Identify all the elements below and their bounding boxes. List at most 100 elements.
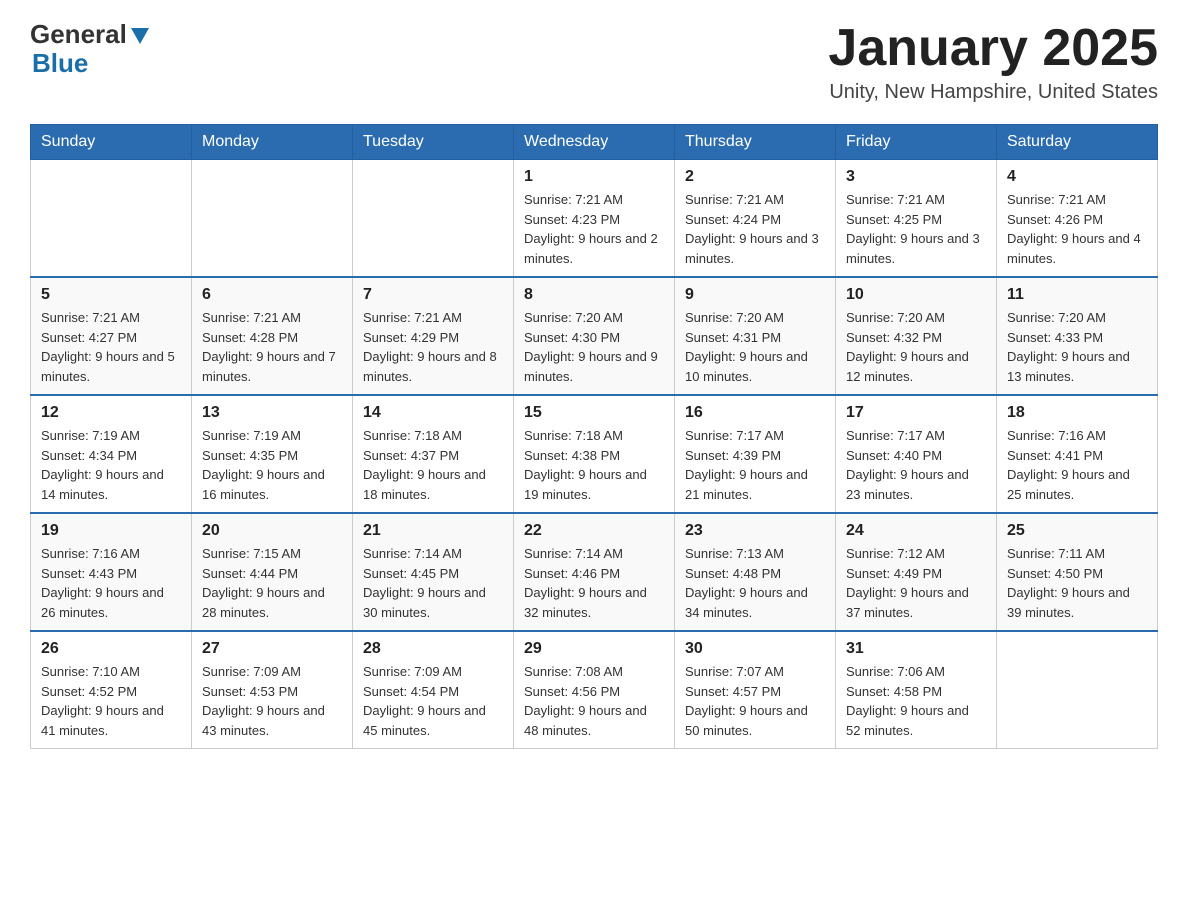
day-number: 12 [41, 404, 181, 422]
calendar-cell: 27 Sunrise: 7:09 AM Sunset: 4:53 PM Dayli… [192, 631, 353, 749]
day-number: 15 [524, 404, 664, 422]
calendar-cell: 16 Sunrise: 7:17 AM Sunset: 4:39 PM Dayli… [675, 395, 836, 513]
calendar-cell: 12 Sunrise: 7:19 AM Sunset: 4:34 PM Dayli… [31, 395, 192, 513]
day-number: 4 [1007, 168, 1147, 186]
day-number: 23 [685, 522, 825, 540]
day-number: 5 [41, 286, 181, 304]
calendar-cell: 14 Sunrise: 7:18 AM Sunset: 4:37 PM Dayli… [353, 395, 514, 513]
day-number: 22 [524, 522, 664, 540]
calendar-cell: 29 Sunrise: 7:08 AM Sunset: 4:56 PM Dayli… [514, 631, 675, 749]
day-info: Sunrise: 7:14 AM Sunset: 4:45 PM Dayligh… [363, 544, 503, 622]
header-wednesday: Wednesday [514, 125, 675, 160]
day-number: 24 [846, 522, 986, 540]
calendar-cell: 18 Sunrise: 7:16 AM Sunset: 4:41 PM Dayli… [997, 395, 1158, 513]
day-number: 21 [363, 522, 503, 540]
week-row-3: 12 Sunrise: 7:19 AM Sunset: 4:34 PM Dayli… [31, 395, 1158, 513]
calendar-cell [192, 160, 353, 278]
calendar-cell: 15Sunrise: 7:18 AM Sunset: 4:38 PM Dayli… [514, 395, 675, 513]
day-number: 10 [846, 286, 986, 304]
calendar-cell: 13 Sunrise: 7:19 AM Sunset: 4:35 PM Dayli… [192, 395, 353, 513]
day-info: Sunrise: 7:21 AM Sunset: 4:24 PM Dayligh… [685, 190, 825, 268]
day-info: Sunrise: 7:09 AM Sunset: 4:53 PM Dayligh… [202, 662, 342, 740]
calendar-cell [31, 160, 192, 278]
day-info: Sunrise: 7:09 AM Sunset: 4:54 PM Dayligh… [363, 662, 503, 740]
day-info: Sunrise: 7:21 AM Sunset: 4:26 PM Dayligh… [1007, 190, 1147, 268]
calendar-cell: 25 Sunrise: 7:11 AM Sunset: 4:50 PM Dayli… [997, 513, 1158, 631]
calendar-cell: 17Sunrise: 7:17 AM Sunset: 4:40 PM Dayli… [836, 395, 997, 513]
day-info: Sunrise: 7:21 AM Sunset: 4:23 PM Dayligh… [524, 190, 664, 268]
calendar-cell: 22 Sunrise: 7:14 AM Sunset: 4:46 PM Dayli… [514, 513, 675, 631]
day-info: Sunrise: 7:11 AM Sunset: 4:50 PM Dayligh… [1007, 544, 1147, 622]
logo-triangle-icon [129, 24, 151, 46]
day-info: Sunrise: 7:17 AM Sunset: 4:39 PM Dayligh… [685, 426, 825, 504]
calendar-table: Sunday Monday Tuesday Wednesday Thursday… [30, 124, 1158, 749]
day-info: Sunrise: 7:12 AM Sunset: 4:49 PM Dayligh… [846, 544, 986, 622]
day-info: Sunrise: 7:16 AM Sunset: 4:43 PM Dayligh… [41, 544, 181, 622]
day-number: 11 [1007, 286, 1147, 304]
week-row-2: 5 Sunrise: 7:21 AM Sunset: 4:27 PM Daylig… [31, 277, 1158, 395]
day-info: Sunrise: 7:19 AM Sunset: 4:34 PM Dayligh… [41, 426, 181, 504]
day-number: 2 [685, 168, 825, 186]
day-info: Sunrise: 7:21 AM Sunset: 4:28 PM Dayligh… [202, 308, 342, 386]
day-info: Sunrise: 7:10 AM Sunset: 4:52 PM Dayligh… [41, 662, 181, 740]
day-number: 9 [685, 286, 825, 304]
day-info: Sunrise: 7:20 AM Sunset: 4:33 PM Dayligh… [1007, 308, 1147, 386]
calendar-cell: 4 Sunrise: 7:21 AM Sunset: 4:26 PM Daylig… [997, 160, 1158, 278]
day-info: Sunrise: 7:15 AM Sunset: 4:44 PM Dayligh… [202, 544, 342, 622]
day-number: 13 [202, 404, 342, 422]
day-number: 30 [685, 640, 825, 658]
calendar-cell: 21 Sunrise: 7:14 AM Sunset: 4:45 PM Dayli… [353, 513, 514, 631]
calendar-cell [997, 631, 1158, 749]
header-saturday: Saturday [997, 125, 1158, 160]
logo: General Blue [30, 20, 151, 77]
calendar-cell: 1 Sunrise: 7:21 AM Sunset: 4:23 PM Daylig… [514, 160, 675, 278]
day-number: 18 [1007, 404, 1147, 422]
calendar-cell: 5 Sunrise: 7:21 AM Sunset: 4:27 PM Daylig… [31, 277, 192, 395]
calendar-cell: 24 Sunrise: 7:12 AM Sunset: 4:49 PM Dayli… [836, 513, 997, 631]
day-number: 14 [363, 404, 503, 422]
day-info: Sunrise: 7:17 AM Sunset: 4:40 PM Dayligh… [846, 426, 986, 504]
calendar-cell: 6 Sunrise: 7:21 AM Sunset: 4:28 PM Daylig… [192, 277, 353, 395]
day-number: 16 [685, 404, 825, 422]
day-number: 26 [41, 640, 181, 658]
header-monday: Monday [192, 125, 353, 160]
calendar-cell: 20 Sunrise: 7:15 AM Sunset: 4:44 PM Dayli… [192, 513, 353, 631]
calendar-cell: 3Sunrise: 7:21 AM Sunset: 4:25 PM Daylig… [836, 160, 997, 278]
calendar-cell: 2 Sunrise: 7:21 AM Sunset: 4:24 PM Daylig… [675, 160, 836, 278]
day-number: 20 [202, 522, 342, 540]
day-info: Sunrise: 7:06 AM Sunset: 4:58 PM Dayligh… [846, 662, 986, 740]
day-info: Sunrise: 7:18 AM Sunset: 4:37 PM Dayligh… [363, 426, 503, 504]
day-info: Sunrise: 7:07 AM Sunset: 4:57 PM Dayligh… [685, 662, 825, 740]
day-number: 27 [202, 640, 342, 658]
header-friday: Friday [836, 125, 997, 160]
day-info: Sunrise: 7:21 AM Sunset: 4:29 PM Dayligh… [363, 308, 503, 386]
logo-blue: Blue [32, 49, 151, 78]
day-info: Sunrise: 7:21 AM Sunset: 4:25 PM Dayligh… [846, 190, 986, 268]
day-info: Sunrise: 7:16 AM Sunset: 4:41 PM Dayligh… [1007, 426, 1147, 504]
calendar-cell: 19Sunrise: 7:16 AM Sunset: 4:43 PM Dayli… [31, 513, 192, 631]
week-row-1: 1 Sunrise: 7:21 AM Sunset: 4:23 PM Daylig… [31, 160, 1158, 278]
day-number: 29 [524, 640, 664, 658]
day-info: Sunrise: 7:19 AM Sunset: 4:35 PM Dayligh… [202, 426, 342, 504]
page-header: General Blue January 2025 Unity, New Ham… [30, 20, 1158, 104]
day-info: Sunrise: 7:14 AM Sunset: 4:46 PM Dayligh… [524, 544, 664, 622]
day-number: 7 [363, 286, 503, 304]
day-info: Sunrise: 7:20 AM Sunset: 4:32 PM Dayligh… [846, 308, 986, 386]
calendar-cell: 28 Sunrise: 7:09 AM Sunset: 4:54 PM Dayli… [353, 631, 514, 749]
calendar-cell: 9Sunrise: 7:20 AM Sunset: 4:31 PM Daylig… [675, 277, 836, 395]
day-info: Sunrise: 7:21 AM Sunset: 4:27 PM Dayligh… [41, 308, 181, 386]
header-tuesday: Tuesday [353, 125, 514, 160]
day-number: 28 [363, 640, 503, 658]
calendar-subtitle: Unity, New Hampshire, United States [828, 81, 1158, 104]
day-number: 1 [524, 168, 664, 186]
day-number: 8 [524, 286, 664, 304]
logo-general: General [30, 20, 127, 49]
day-info: Sunrise: 7:08 AM Sunset: 4:56 PM Dayligh… [524, 662, 664, 740]
week-row-4: 19Sunrise: 7:16 AM Sunset: 4:43 PM Dayli… [31, 513, 1158, 631]
calendar-cell: 30 Sunrise: 7:07 AM Sunset: 4:57 PM Dayli… [675, 631, 836, 749]
calendar-cell: 7 Sunrise: 7:21 AM Sunset: 4:29 PM Daylig… [353, 277, 514, 395]
day-number: 6 [202, 286, 342, 304]
calendar-cell [353, 160, 514, 278]
day-number: 25 [1007, 522, 1147, 540]
calendar-title: January 2025 [828, 20, 1158, 77]
